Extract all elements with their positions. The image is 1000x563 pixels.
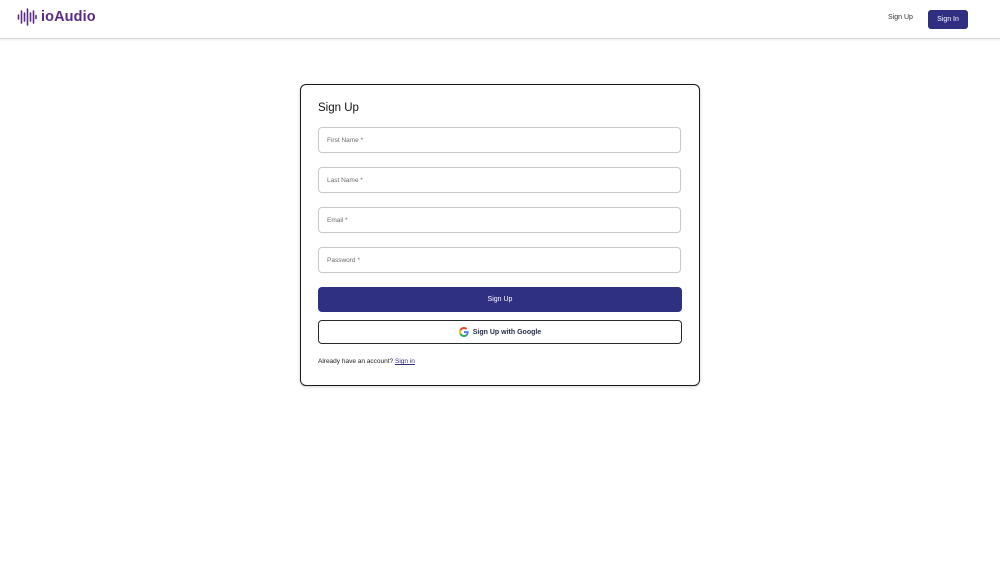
- password-field[interactable]: [318, 247, 681, 273]
- password-input[interactable]: [319, 248, 680, 272]
- google-signup-label: Sign Up with Google: [472, 328, 542, 336]
- signup-submit-button[interactable]: Sign Up: [318, 287, 682, 312]
- signin-prompt-text: Already have an account?: [318, 358, 394, 365]
- form-title: Sign Up: [318, 102, 359, 114]
- last-name-input[interactable]: [319, 168, 680, 192]
- last-name-field[interactable]: [318, 167, 681, 193]
- signin-prompt: Already have an account? Sign in: [318, 358, 415, 365]
- first-name-input[interactable]: [319, 128, 680, 152]
- brand-logo[interactable]: ioAudio: [17, 8, 96, 26]
- google-signup-button[interactable]: Sign Up with Google: [318, 320, 682, 344]
- google-icon: [458, 327, 469, 337]
- signin-link[interactable]: Sign in: [395, 358, 415, 365]
- soundwave-icon: [17, 8, 37, 26]
- signup-card: Sign Up Sign Up Sign Up with Google Alre…: [300, 84, 700, 386]
- first-name-field[interactable]: [318, 127, 681, 153]
- email-field[interactable]: [318, 207, 681, 233]
- nav-signup-link[interactable]: Sign Up: [886, 11, 915, 24]
- top-navbar: ioAudio Sign Up Sign In: [0, 0, 1000, 39]
- brand-name: ioAudio: [41, 9, 96, 25]
- nav-signin-button[interactable]: Sign In: [928, 10, 968, 29]
- email-input[interactable]: [319, 208, 680, 232]
